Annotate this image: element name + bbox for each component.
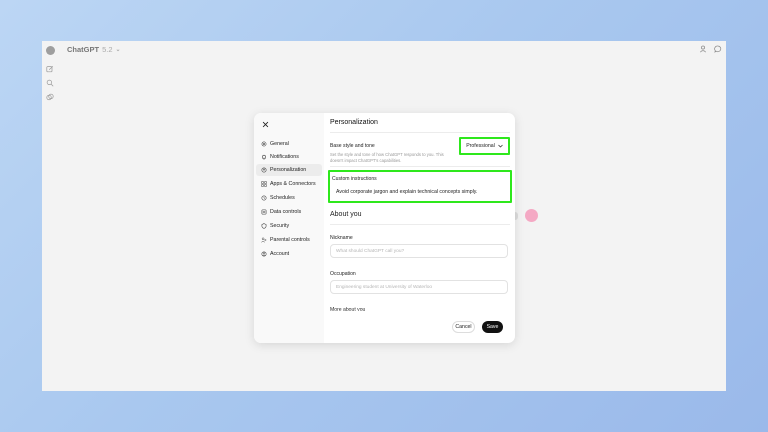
chevron-down-icon bbox=[498, 144, 503, 148]
account-icon bbox=[261, 251, 267, 257]
shield-icon bbox=[261, 223, 267, 229]
cancel-button[interactable]: Cancel bbox=[452, 321, 475, 333]
custom-instructions-field[interactable]: Custom instructions Avoid corporate jarg… bbox=[328, 170, 512, 203]
nav-item-label: General bbox=[270, 141, 289, 147]
chatgpt-logo-icon[interactable] bbox=[46, 46, 55, 55]
search-icon[interactable] bbox=[46, 79, 54, 87]
close-icon[interactable] bbox=[262, 121, 269, 128]
settings-modal: General Notifications Personalization Ap… bbox=[254, 113, 515, 343]
custom-instructions-label: Custom instructions bbox=[332, 176, 377, 182]
base-style-dropdown[interactable]: Professional bbox=[459, 137, 510, 155]
bell-icon bbox=[262, 155, 266, 160]
new-chat-icon[interactable] bbox=[46, 65, 54, 73]
app-title: ChatGPT bbox=[67, 45, 100, 54]
nav-item-general[interactable]: General bbox=[256, 138, 322, 150]
profile-icon[interactable] bbox=[699, 45, 707, 53]
nav-item-schedules[interactable]: Schedules bbox=[256, 192, 322, 204]
divider bbox=[330, 166, 510, 167]
nickname-input[interactable]: What should ChatGPT call you? bbox=[330, 244, 508, 258]
page-title: Personalization bbox=[330, 119, 378, 126]
occupation-input[interactable]: Engineering student at University of Wat… bbox=[330, 280, 508, 294]
nav-item-account[interactable]: Account bbox=[256, 248, 322, 260]
scroll-fade bbox=[330, 309, 510, 317]
custom-instructions-value: Avoid corporate jargon and explain techn… bbox=[336, 189, 478, 195]
gear-icon bbox=[261, 141, 267, 147]
nav-item-parental-controls[interactable]: Parental controls bbox=[256, 234, 322, 246]
save-button[interactable]: Save bbox=[482, 321, 503, 333]
nav-item-label: Data controls bbox=[270, 209, 302, 215]
clock-icon bbox=[261, 195, 267, 201]
base-style-description: Set the style and tone of how ChatGPT re… bbox=[330, 152, 444, 163]
nav-item-data-controls[interactable]: Data controls bbox=[256, 206, 322, 218]
apps-grid-icon bbox=[261, 181, 267, 187]
model-version: 5.2 bbox=[102, 45, 113, 54]
base-style-value: Professional bbox=[466, 143, 495, 149]
nav-item-personalization[interactable]: Personalization bbox=[256, 164, 322, 176]
library-icon[interactable] bbox=[46, 93, 54, 101]
voice-mode-icon[interactable] bbox=[525, 209, 538, 222]
data-controls-icon bbox=[261, 209, 267, 215]
chat-bubble-icon[interactable] bbox=[714, 45, 722, 53]
divider bbox=[330, 224, 510, 225]
nav-item-security[interactable]: Security bbox=[256, 220, 322, 232]
about-you-heading: About you bbox=[330, 211, 362, 218]
occupation-label: Occupation bbox=[330, 271, 356, 277]
model-selector[interactable]: ChatGPT 5.2 ⌄ bbox=[67, 45, 121, 54]
personalization-icon bbox=[261, 167, 267, 173]
divider bbox=[330, 132, 510, 133]
base-style-label: Base style and tone bbox=[330, 143, 375, 149]
settings-nav: General Notifications Personalization Ap… bbox=[254, 113, 324, 343]
chevron-down-icon: ⌄ bbox=[115, 47, 121, 53]
parental-icon bbox=[261, 237, 267, 243]
nav-item-apps-connectors[interactable]: Apps & Connectors bbox=[256, 178, 322, 190]
settings-content: Personalization Base style and tone Set … bbox=[328, 113, 512, 343]
nav-item-label: Apps & Connectors bbox=[270, 181, 316, 187]
nickname-label: Nickname bbox=[330, 235, 353, 241]
nav-item-label: Account bbox=[270, 251, 290, 257]
nav-item-label: Security bbox=[270, 223, 290, 229]
nav-item-label: Schedules bbox=[270, 195, 295, 201]
nav-item-label: Personalization bbox=[270, 167, 307, 173]
nav-item-label: Parental controls bbox=[270, 237, 310, 243]
nav-item-label: Notifications bbox=[270, 154, 299, 160]
nav-item-notifications[interactable]: Notifications bbox=[256, 151, 322, 163]
